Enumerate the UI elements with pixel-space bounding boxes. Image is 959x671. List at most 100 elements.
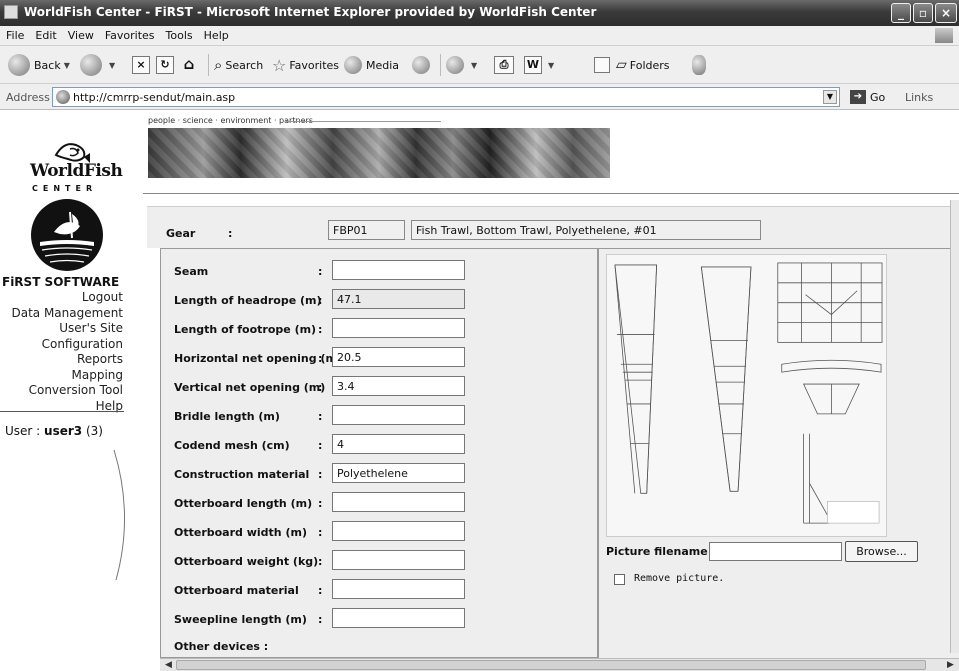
picture-filename-label: Picture filename : [606, 545, 716, 558]
otterboard-length-input[interactable] [332, 492, 465, 512]
minimize-button[interactable]: _ [891, 3, 911, 23]
other-devices-label: Other devices : [174, 640, 269, 653]
windows-flag-icon [935, 28, 953, 43]
footrope-length-input[interactable] [332, 318, 465, 338]
refresh-button[interactable]: ↻ [156, 53, 177, 77]
print-button[interactable]: ⎙ [494, 53, 517, 77]
otterboard-material-input[interactable] [332, 579, 465, 599]
globe-logo-icon [31, 199, 103, 271]
ie-app-icon [4, 5, 18, 19]
gear-label: Gear [166, 227, 196, 240]
field-label: Length of headrope (m) [174, 294, 322, 307]
otterboard-weight-input[interactable] [332, 550, 465, 570]
sidebar-item-conversion-tool[interactable]: Conversion Tool [0, 383, 125, 399]
close-button[interactable]: × [935, 3, 957, 23]
field-label: Otterboard length (m) [174, 497, 313, 510]
toolbar-separator [440, 54, 441, 76]
sidebar-item-reports[interactable]: Reports [0, 352, 125, 368]
gear-description-field[interactable]: Fish Trawl, Bottom Trawl, Polyethelene, … [411, 220, 761, 240]
window-title: WorldFish Center - FiRST - Microsoft Int… [24, 5, 597, 19]
edit-word-button[interactable]: W ▼ [524, 53, 554, 77]
chevron-down-icon[interactable]: ▼ [823, 90, 837, 104]
media-label: Media [366, 58, 400, 72]
history-icon [412, 56, 430, 74]
sidebar-item-users-site[interactable]: User's Site [0, 321, 125, 337]
horizontal-scrollbar[interactable]: ◀ ▶ [160, 658, 959, 671]
horizontal-net-opening-input[interactable]: 20.5 [332, 347, 465, 367]
address-bar: Address http://cmrrp-sendut/main.asp ▼ ➔… [0, 84, 959, 110]
folders-button[interactable]: ▱ Folders [616, 53, 670, 77]
menu-tools[interactable]: Tools [160, 26, 198, 42]
go-button[interactable]: ➔ Go [850, 90, 885, 104]
address-label: Address [6, 91, 50, 104]
codend-mesh-input[interactable]: 4 [332, 434, 465, 454]
menu-view[interactable]: View [62, 26, 99, 42]
field-label: Codend mesh (cm) [174, 439, 290, 452]
messenger-icon [692, 55, 706, 75]
sidebar-item-configuration[interactable]: Configuration [0, 337, 125, 353]
field-colon: : [318, 468, 323, 481]
side-menu-heading: FiRST SOFTWARE [2, 275, 120, 289]
chevron-down-icon: ▼ [63, 60, 70, 70]
side-menu-divider [0, 411, 124, 412]
favorites-label: Favorites [289, 58, 340, 72]
headrope-length-input[interactable]: 47.1 [332, 289, 465, 309]
browse-button[interactable]: Browse... [845, 541, 918, 562]
frame-divider [143, 193, 959, 194]
bridle-length-input[interactable] [332, 405, 465, 425]
favorites-button[interactable]: ☆ Favorites [272, 53, 339, 77]
current-user: User : user3 (3) [5, 424, 103, 438]
menu-edit[interactable]: Edit [29, 26, 61, 42]
page-icon [56, 90, 70, 104]
logo-wordmark: WorldFish [30, 161, 123, 181]
remove-picture-checkbox[interactable] [614, 574, 625, 585]
search-button[interactable]: ⌕ Search [214, 53, 263, 77]
field-colon: : [318, 613, 323, 626]
menu-file[interactable]: File [0, 26, 29, 42]
field-colon: : [318, 584, 323, 597]
field-colon: : [318, 381, 323, 394]
field-colon: : [318, 323, 323, 336]
stop-button[interactable]: × [132, 53, 153, 77]
mail-button[interactable]: ▼ [446, 53, 477, 77]
gear-code-field[interactable]: FBP01 [328, 220, 405, 240]
scroll-right-icon[interactable]: ▶ [944, 659, 957, 671]
construction-material-input[interactable]: Polyethelene [332, 463, 465, 483]
field-label: Vertical net opening (m) [174, 381, 326, 394]
refresh-icon: ↻ [156, 56, 174, 74]
picture-filename-input[interactable] [709, 542, 842, 561]
media-button[interactable]: Media [344, 53, 399, 77]
otterboard-width-input[interactable] [332, 521, 465, 541]
forward-button[interactable]: ▼ [80, 53, 115, 77]
print-icon: ⎙ [494, 56, 514, 74]
media-icon [344, 56, 362, 74]
maximize-button[interactable]: ▫ [913, 3, 933, 23]
menu-favorites[interactable]: Favorites [99, 26, 160, 42]
vertical-scrollbar[interactable] [950, 200, 959, 653]
seam-input[interactable] [332, 260, 465, 280]
user-id: (3) [85, 424, 103, 438]
sidebar-item-data-management[interactable]: Data Management [0, 306, 125, 322]
header-banner-image [148, 128, 610, 178]
sidebar-item-mapping[interactable]: Mapping [0, 368, 125, 384]
field-label: Otterboard width (m) [174, 526, 307, 539]
back-label: Back [34, 58, 61, 72]
menu-help[interactable]: Help [198, 26, 234, 42]
address-input[interactable]: http://cmrrp-sendut/main.asp ▼ [52, 87, 840, 107]
sweepline-length-input[interactable] [332, 608, 465, 628]
chevron-down-icon: ▼ [548, 60, 555, 70]
field-label: Otterboard weight (kg) [174, 555, 319, 568]
scrollbar-thumb[interactable] [176, 660, 926, 670]
discuss-button[interactable] [594, 53, 613, 77]
history-button[interactable] [412, 53, 434, 77]
messenger-button[interactable] [692, 53, 710, 77]
scroll-left-icon[interactable]: ◀ [162, 659, 175, 671]
back-button[interactable]: Back ▼ [8, 53, 70, 77]
user-label: User : [5, 424, 41, 438]
field-label: Bridle length (m) [174, 410, 280, 423]
home-button[interactable]: ⌂ [180, 53, 201, 77]
discuss-icon [594, 57, 610, 73]
links-button[interactable]: Links [905, 91, 933, 104]
sidebar-item-logout[interactable]: Logout [0, 290, 125, 306]
vertical-net-opening-input[interactable]: 3.4 [332, 376, 465, 396]
